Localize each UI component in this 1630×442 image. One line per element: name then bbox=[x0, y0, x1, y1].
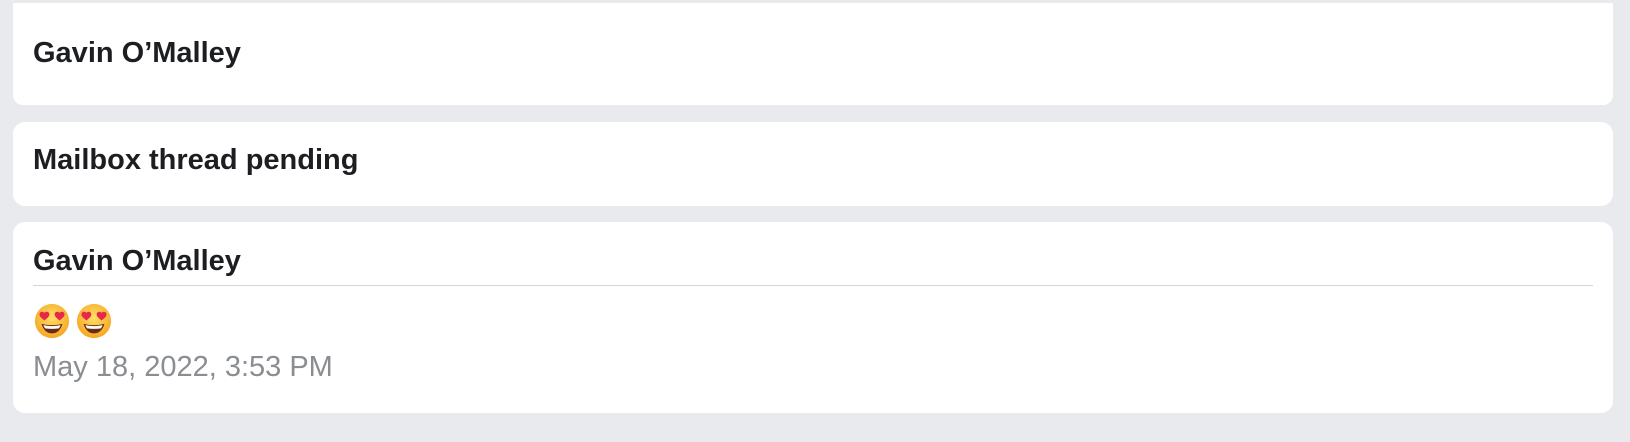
message-timestamp: May 18, 2022, 3:53 PM bbox=[33, 351, 333, 383]
message-card[interactable]: Gavin O’Malley bbox=[13, 3, 1613, 105]
thread-status-text: Mailbox thread pending bbox=[33, 144, 359, 176]
divider bbox=[33, 285, 1593, 286]
sender-name: Gavin O’Malley bbox=[33, 37, 241, 69]
heart-eyes-emoji-icon bbox=[76, 303, 112, 339]
message-card[interactable]: Gavin O’Malley bbox=[13, 222, 1613, 413]
message-body bbox=[33, 302, 113, 340]
sender-name: Gavin O’Malley bbox=[33, 245, 241, 277]
thread-status-card[interactable]: Mailbox thread pending bbox=[13, 122, 1613, 206]
heart-eyes-emoji-icon bbox=[34, 303, 70, 339]
